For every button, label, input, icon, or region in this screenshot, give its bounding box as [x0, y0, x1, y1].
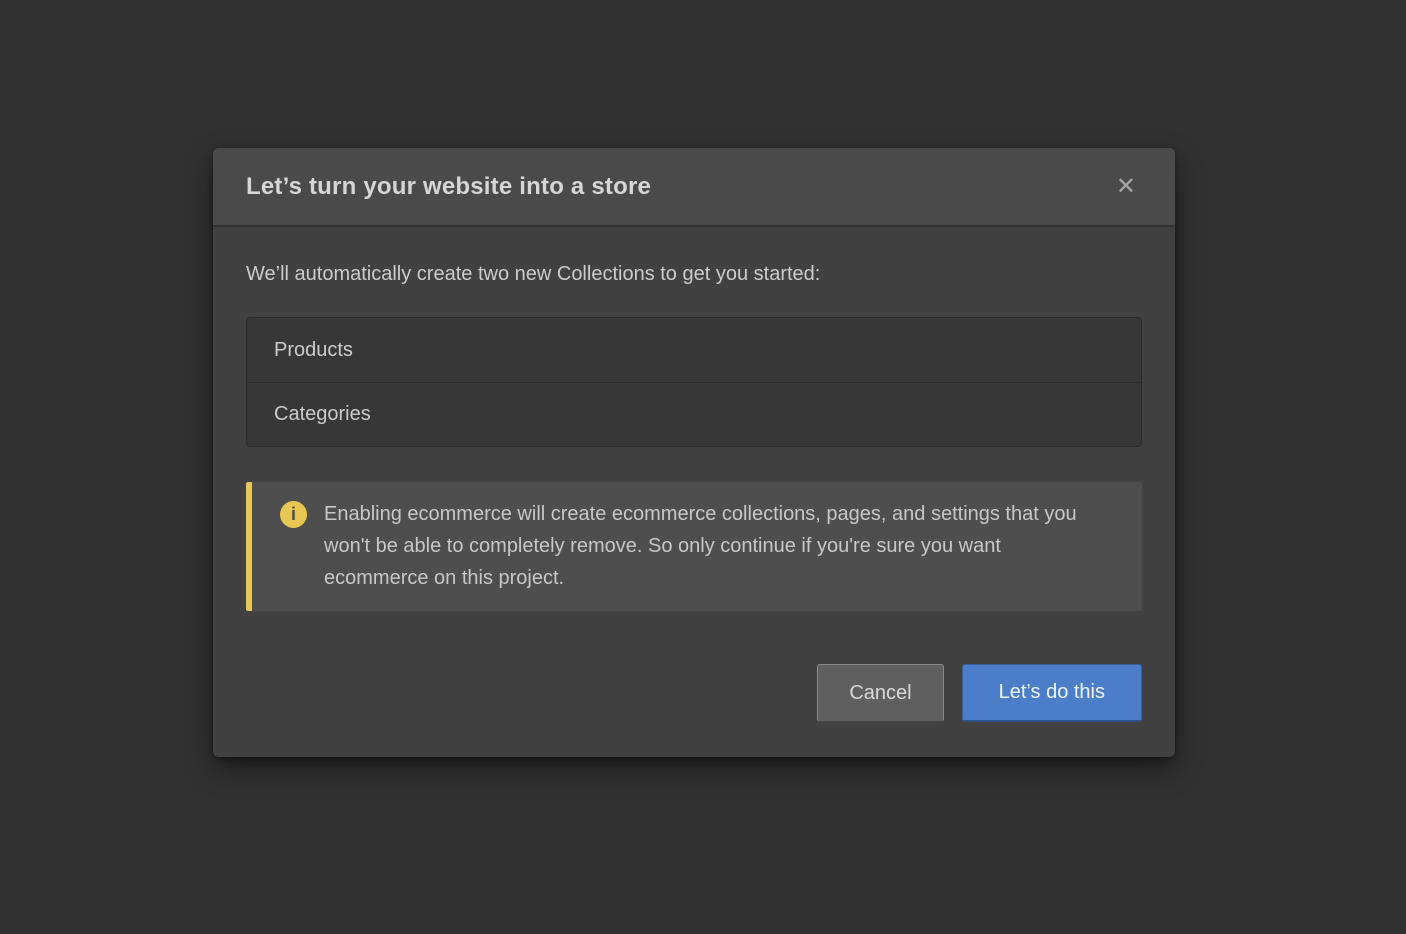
warning-text: Enabling ecommerce will create ecommerce… [324, 498, 1099, 594]
collection-label: Categories [274, 403, 371, 426]
list-item-products: Products [247, 318, 1141, 382]
dialog-title: Let’s turn your website into a store [246, 173, 651, 201]
dialog-body: We’ll automatically create two new Colle… [213, 263, 1175, 722]
collection-label: Products [274, 339, 353, 362]
enable-ecommerce-dialog: Let’s turn your website into a store ✕ W… [213, 148, 1175, 757]
close-icon: ✕ [1116, 173, 1136, 200]
dialog-header: Let’s turn your website into a store ✕ [213, 148, 1175, 227]
info-icon: i [280, 501, 307, 528]
collection-list: Products Categories [246, 317, 1142, 447]
close-button[interactable]: ✕ [1110, 171, 1142, 203]
list-item-categories: Categories [247, 382, 1141, 446]
intro-text: We’ll automatically create two new Colle… [246, 263, 1142, 286]
cancel-button[interactable]: Cancel [817, 664, 943, 722]
warning-callout: i Enabling ecommerce will create ecommer… [246, 482, 1142, 611]
dialog-actions: Cancel Let’s do this [246, 664, 1142, 722]
confirm-button[interactable]: Let’s do this [962, 664, 1142, 722]
